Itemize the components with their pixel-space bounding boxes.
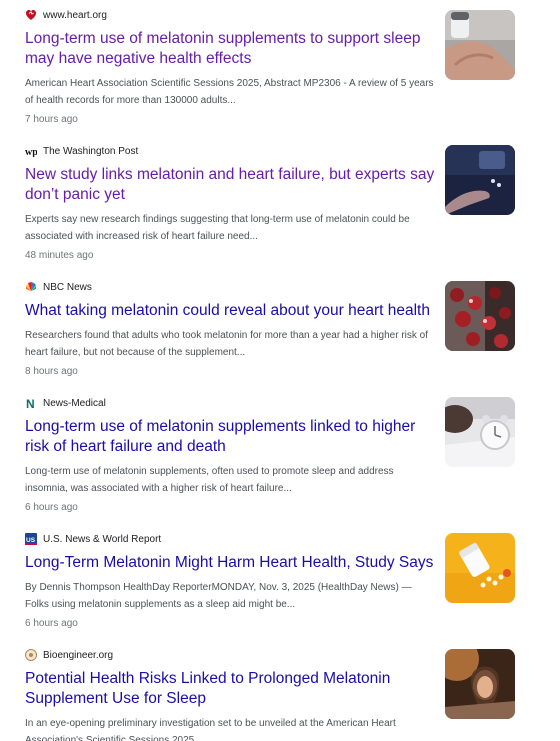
source-row: NBC News xyxy=(25,280,435,294)
headline-link[interactable]: Long-Term Melatonin Might Harm Heart Hea… xyxy=(25,553,435,573)
timestamp: 48 minutes ago xyxy=(25,250,94,261)
news-medical-icon: N xyxy=(25,397,37,409)
svg-text:N: N xyxy=(26,397,35,409)
hand-reaching-for-pills-image[interactable] xyxy=(445,145,515,215)
headline-link[interactable]: What taking melatonin could reveal about… xyxy=(25,301,435,321)
timestamp: 7 hours ago xyxy=(25,114,78,125)
source-row: N News-Medical xyxy=(25,396,435,410)
snippet: Experts say new research findings sugges… xyxy=(25,214,410,242)
headline-link[interactable]: Long-term use of melatonin supplements l… xyxy=(25,417,435,457)
heart-org-icon xyxy=(25,9,37,21)
source-row: www.heart.org xyxy=(25,8,435,22)
headline-link[interactable]: Potential Health Risks Linked to Prolong… xyxy=(25,669,435,709)
timestamp: 6 hours ago xyxy=(25,618,78,629)
source-name: U.S. News & World Report xyxy=(43,533,162,545)
source-row: US U.S. News & World Report xyxy=(25,532,435,546)
washington-post-icon: wp xyxy=(25,145,37,157)
nbc-peacock-icon xyxy=(25,281,37,293)
headline-link[interactable]: New study links melatonin and heart fail… xyxy=(25,165,435,205)
svg-text:wp: wp xyxy=(25,147,37,157)
usnews-icon: US xyxy=(25,533,37,545)
headline-link[interactable]: Long-term use of melatonin supplements t… xyxy=(25,29,435,69)
woman-in-bed-warm-light-image[interactable] xyxy=(445,649,515,719)
source-name: www.heart.org xyxy=(43,9,107,21)
source-row: wp The Washington Post xyxy=(25,144,435,158)
source-name: NBC News xyxy=(43,281,92,293)
snippet: American Heart Association Scientific Se… xyxy=(25,78,434,106)
timestamp: 8 hours ago xyxy=(25,366,78,377)
svg-text:US: US xyxy=(26,537,36,544)
source-row: Bioengineer.org xyxy=(25,648,435,662)
snippet: Long-term use of melatonin supplements, … xyxy=(25,466,394,494)
source-name: Bioengineer.org xyxy=(43,649,114,661)
snippet: Researchers found that adults who took m… xyxy=(25,330,429,358)
source-name: The Washington Post xyxy=(43,145,139,157)
snippet: In an eye-opening preliminary investigat… xyxy=(25,718,396,741)
snippet: By Dennis Thompson HealthDay ReporterMON… xyxy=(25,582,412,610)
hand-holding-pill-bottle-image[interactable] xyxy=(445,10,515,80)
sleeping-person-alarm-clock-image[interactable] xyxy=(445,397,515,467)
pill-bottle-yellow-background-image[interactable] xyxy=(445,533,515,603)
red-gummies-jar-image[interactable] xyxy=(445,281,515,351)
timestamp: 6 hours ago xyxy=(25,502,78,513)
news-results-list: www.heart.org Long-term use of melatonin… xyxy=(0,0,560,741)
bioengineer-icon xyxy=(25,649,37,661)
source-name: News-Medical xyxy=(43,397,106,409)
